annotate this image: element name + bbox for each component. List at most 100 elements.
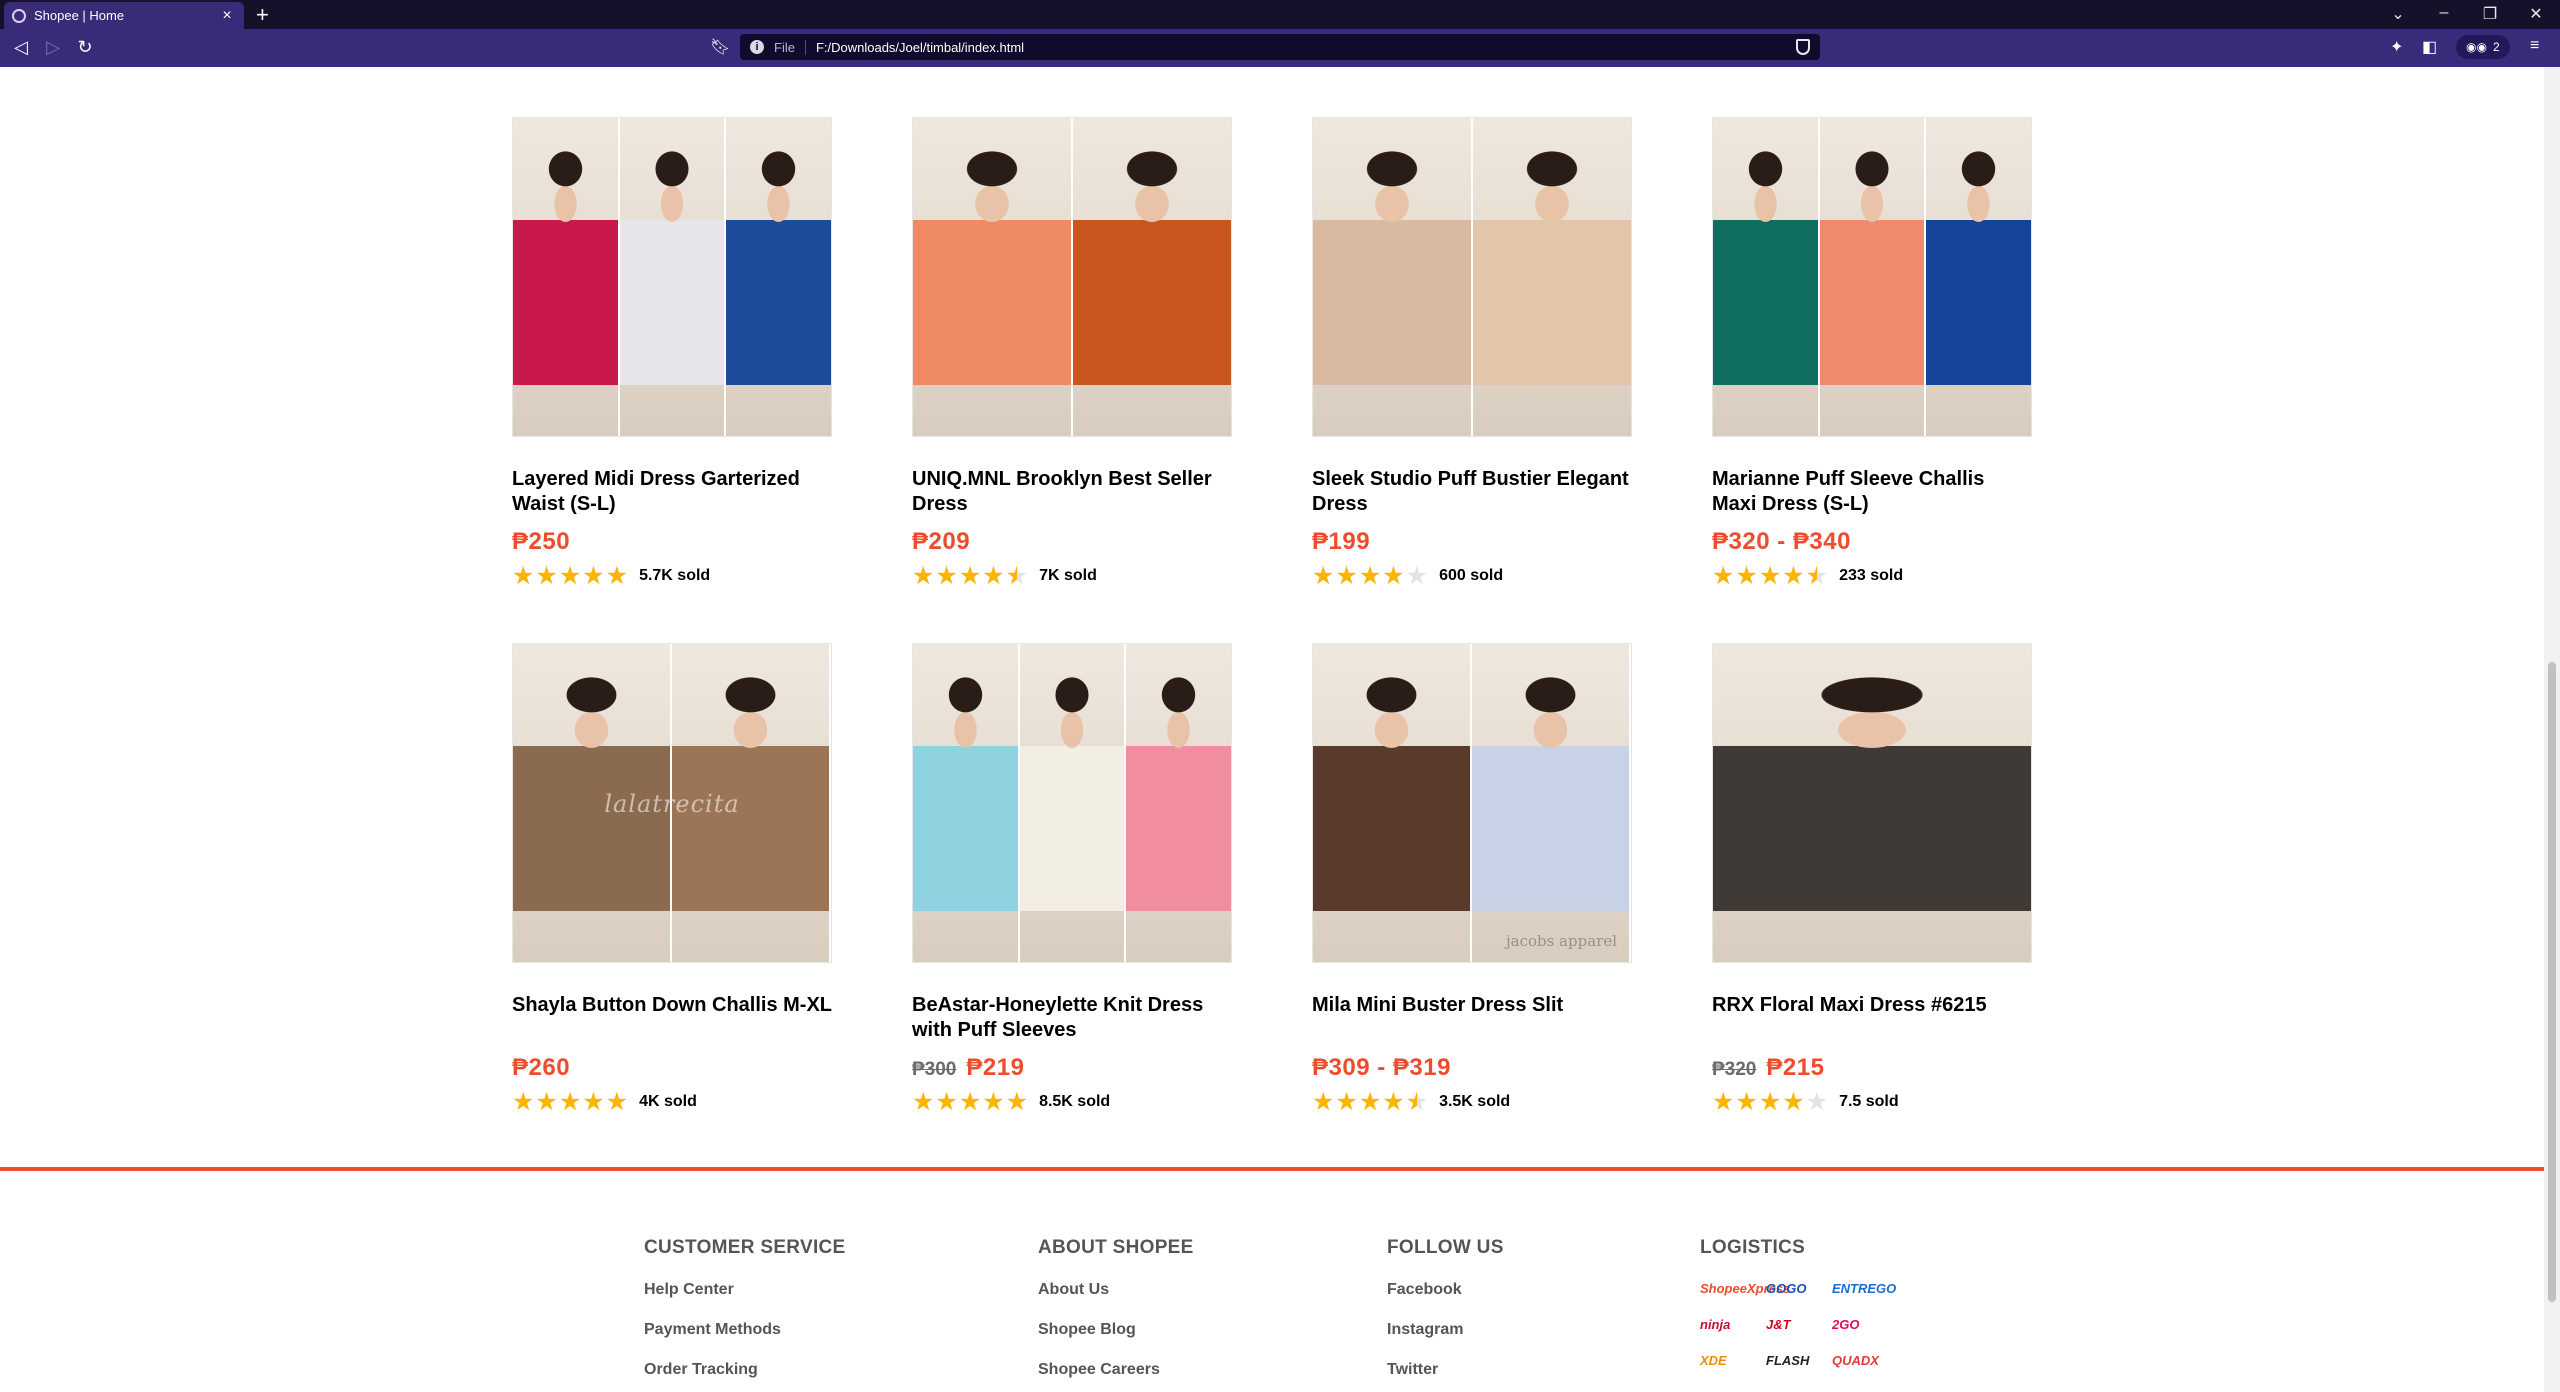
logistics-logo: ShopeeXpress [1700, 1280, 1791, 1296]
star-rating-icon: ★★★★★★★★★★ [1712, 562, 1830, 590]
sale-price: ₱219 [966, 1054, 1025, 1081]
dress-photo-panel [1713, 118, 1820, 436]
product-title[interactable]: RRX Floral Maxi Dress #6215 [1712, 993, 2032, 1043]
dress-photo-panel [513, 118, 620, 436]
sold-count: 8.5K sold [1039, 1093, 1111, 1110]
profile-button[interactable]: ◉◉ 2 [2456, 35, 2510, 59]
footer-follow-us: FOLLOW US Facebook Instagram Twitter [1387, 1237, 1504, 1392]
footer-link-about-us[interactable]: About Us [1038, 1281, 1194, 1321]
minimize-icon[interactable]: – [2432, 4, 2456, 22]
dress-photo-panel [1019, 644, 1127, 962]
star-rating-icon: ★★★★★★★★★★ [1312, 562, 1430, 590]
menu-icon[interactable]: ≡ [2530, 37, 2539, 55]
product-card[interactable]: UNIQ.MNL Brooklyn Best Seller Dress ₱209 ★… [912, 117, 1232, 591]
star-rating-fill: ★★★★★ [912, 1090, 1030, 1114]
dress-photo-panel [1819, 118, 1927, 436]
product-title[interactable]: Marianne Puff Sleeve Challis Maxi Dress … [1712, 467, 2032, 517]
footer-link-shopee-blog[interactable]: Shopee Blog [1038, 1321, 1194, 1361]
star-rating-icon: ★★★★★★★★★★ [1712, 1088, 1830, 1116]
product-card[interactable]: Marianne Puff Sleeve Challis Maxi Dress … [1712, 117, 2032, 591]
logistics-logo: J&T [1766, 1316, 1791, 1332]
product-image[interactable] [1312, 117, 1632, 437]
url-text[interactable]: F:/Downloads/Joel/timbal/index.html [816, 40, 1786, 55]
close-tab-icon[interactable]: × [218, 7, 236, 25]
dress-photo-panel [726, 118, 831, 436]
logistics-logo: FLASH [1766, 1352, 1810, 1368]
sale-price: ₱260 [512, 1054, 571, 1081]
product-image[interactable] [912, 117, 1232, 437]
logistics-logo: XDE [1700, 1352, 1727, 1368]
back-icon[interactable]: ◁ [10, 37, 32, 58]
product-image[interactable] [512, 117, 832, 437]
reload-icon[interactable]: ↻ [74, 37, 96, 58]
extensions-icon[interactable]: ✦ [2390, 37, 2403, 57]
footer-link-shopee-careers[interactable]: Shopee Careers [1038, 1361, 1194, 1392]
product-image[interactable]: lalatrecita [512, 643, 832, 963]
restore-icon[interactable]: ❐ [2478, 4, 2502, 24]
product-title[interactable]: UNIQ.MNL Brooklyn Best Seller Dress [912, 467, 1232, 517]
footer-link-payment-methods[interactable]: Payment Methods [644, 1321, 846, 1361]
forward-icon[interactable]: ▷ [42, 37, 64, 58]
profile-count: 2 [2492, 40, 2500, 54]
product-card[interactable]: Layered Midi Dress Garterized Waist (S-L… [512, 117, 832, 591]
product-price: ₱199 [1312, 528, 1632, 555]
star-rating-icon: ★★★★★★★★★★ [912, 562, 1030, 590]
dress-photo-panel [1926, 118, 2031, 436]
product-image[interactable]: jacobs apparel [1312, 643, 1632, 963]
product-rating: ★★★★★ ★★★★★ 8.5K sold [912, 1088, 1232, 1116]
product-price: ₱209 [912, 528, 1232, 555]
sold-count: 7.5 sold [1839, 1093, 1899, 1110]
product-card[interactable]: RRX Floral Maxi Dress #6215 ₱320 ₱215 ★★★★★… [1712, 643, 2032, 1117]
footer-link-twitter[interactable]: Twitter [1387, 1361, 1504, 1392]
tab-search-icon[interactable]: ⌄ [2386, 4, 2410, 24]
footer-link-facebook[interactable]: Facebook [1387, 1281, 1504, 1321]
info-icon[interactable]: i [750, 40, 764, 54]
star-rating-fill: ★★★★★ [1712, 1090, 1806, 1114]
product-rating: ★★★★★★★★★★ 7.5 sold [1712, 1088, 2032, 1116]
star-rating-icon: ★★★★★★★★★★ [912, 1088, 1030, 1116]
sidebar-icon[interactable]: ◧ [2422, 37, 2437, 57]
product-price: ₱260 [512, 1054, 832, 1081]
star-rating-fill: ★★★★★ [512, 564, 630, 588]
bookmark-icon[interactable]: 🔖︎ [710, 37, 730, 57]
footer-heading: LOGISTICS [1700, 1237, 1806, 1258]
new-tab-icon[interactable]: + [256, 2, 269, 28]
sale-price: ₱215 [1766, 1054, 1825, 1081]
product-image[interactable] [1712, 117, 2032, 437]
footer-heading: ABOUT SHOPEE [1038, 1237, 1194, 1258]
address-bar[interactable]: i File F:/Downloads/Joel/timbal/index.ht… [740, 34, 1820, 60]
dress-photo-panel [1713, 644, 2031, 962]
product-title[interactable]: Sleek Studio Puff Bustier Elegant Dress [1312, 467, 1632, 517]
product-price: ₱320 - ₱340 [1712, 528, 2032, 555]
sold-count: 3.5K sold [1439, 1093, 1511, 1110]
product-price: ₱250 [512, 528, 832, 555]
scrollbar-thumb[interactable] [2548, 662, 2556, 1302]
window-close-icon[interactable]: ✕ [2524, 4, 2548, 24]
product-card[interactable]: lalatrecita Shayla Button Down Challis M-… [512, 643, 832, 1117]
dress-photo-panel [1126, 644, 1231, 962]
product-image[interactable] [1712, 643, 2032, 963]
browser-tab[interactable]: Shopee | Home × [4, 2, 244, 29]
shield-icon[interactable] [1796, 39, 1810, 55]
product-image[interactable] [912, 643, 1232, 963]
product-title[interactable]: Layered Midi Dress Garterized Waist (S-L… [512, 467, 832, 517]
scrollbar[interactable] [2544, 67, 2560, 1392]
star-rating-icon: ★★★★★★★★★★ [1312, 1088, 1430, 1116]
footer-link-instagram[interactable]: Instagram [1387, 1321, 1504, 1361]
logistics-logo: 2GO [1832, 1316, 1860, 1332]
product-card[interactable]: BeAstar-Honeylette Knit Dress with Puff … [912, 643, 1232, 1117]
tab-title: Shopee | Home [34, 8, 125, 23]
url-scheme: File [774, 39, 806, 55]
product-card[interactable]: Sleek Studio Puff Bustier Elegant Dress ₱… [1312, 117, 1632, 591]
footer-link-help-center[interactable]: Help Center [644, 1281, 846, 1321]
product-title[interactable]: Mila Mini Buster Dress Slit [1312, 993, 1632, 1043]
original-price: ₱320 [1712, 1059, 1757, 1080]
dress-photo-panel [913, 118, 1073, 436]
product-title[interactable]: Shayla Button Down Challis M-XL [512, 993, 832, 1043]
glasses-icon: ◉◉ [2466, 40, 2487, 54]
product-price: ₱320 ₱215 [1712, 1054, 2032, 1081]
dress-photo-panel [1472, 644, 1631, 962]
product-card[interactable]: jacobs apparel Mila Mini Buster Dress Sli… [1312, 643, 1632, 1117]
product-title[interactable]: BeAstar-Honeylette Knit Dress with Puff … [912, 993, 1232, 1043]
footer-link-order-tracking[interactable]: Order Tracking [644, 1361, 846, 1392]
